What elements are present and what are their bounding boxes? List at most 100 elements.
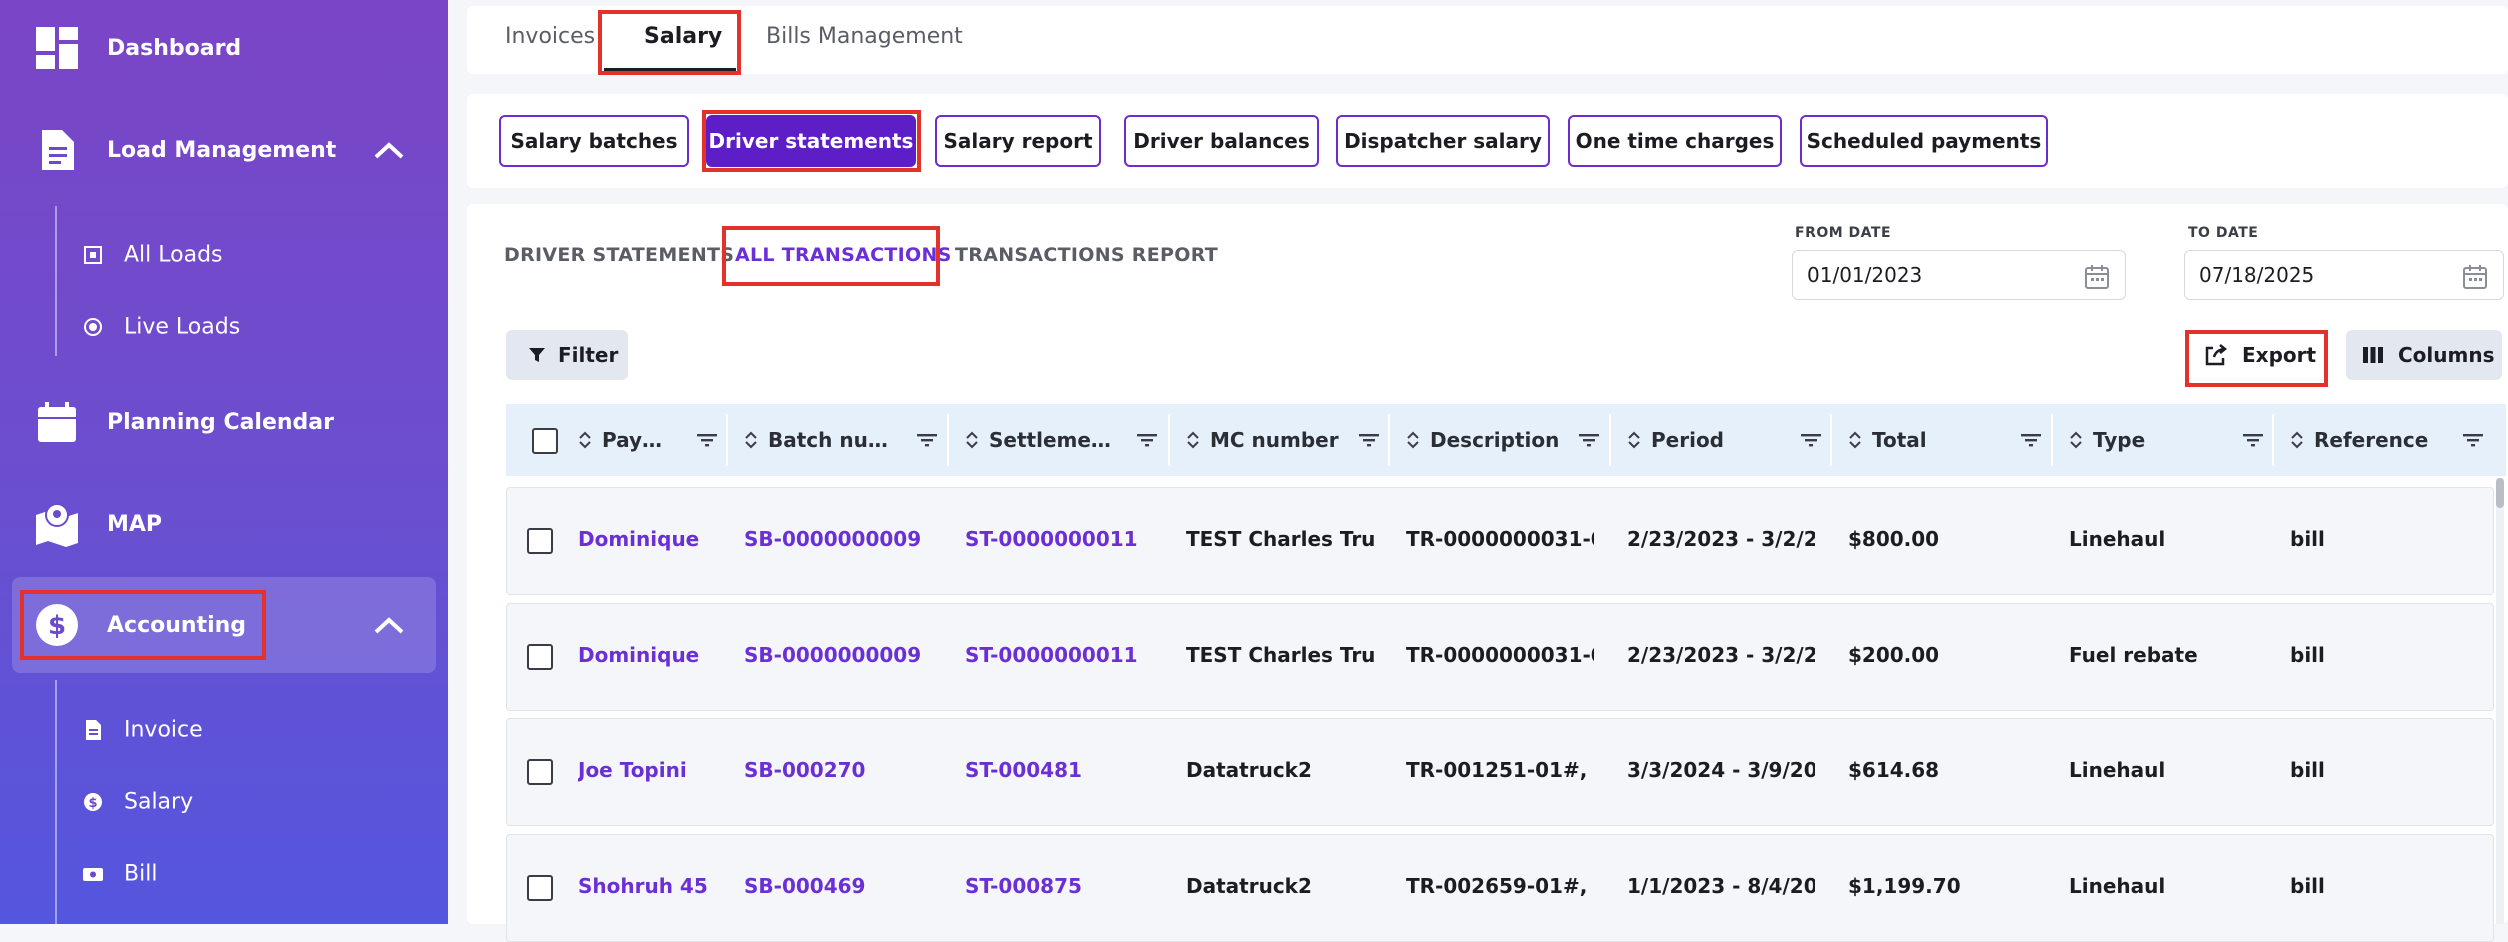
tab-invoices[interactable]: Invoices [505, 24, 595, 49]
filter-icon[interactable] [2242, 404, 2264, 476]
cell-type: Linehaul [2069, 527, 2166, 551]
sort-icon[interactable] [744, 430, 758, 450]
cell-settlement[interactable]: ST-0000000011 [965, 527, 1153, 551]
filter-icon[interactable] [1578, 404, 1600, 476]
cell-settlement[interactable]: ST-0000000011 [965, 643, 1153, 667]
row-checkbox[interactable] [527, 875, 553, 901]
column-header-batch-number[interactable]: Batch nu… [744, 404, 888, 476]
cell-batch-number[interactable]: SB-000469 [744, 874, 932, 898]
calendar-icon[interactable] [2461, 263, 2489, 291]
column-header-label: Pay… [602, 428, 663, 452]
cell-settlement[interactable]: ST-000875 [965, 874, 1153, 898]
sort-icon[interactable] [1406, 430, 1420, 450]
cell-payee[interactable]: Dominique Lu [578, 527, 708, 551]
sidebar-item-load-management[interactable]: Load Management [0, 102, 448, 198]
column-separator[interactable] [1388, 414, 1390, 466]
tab-bills-management[interactable]: Bills Management [766, 24, 963, 49]
filter-icon[interactable] [1358, 404, 1380, 476]
cell-description: TR-0000000031-01 [1406, 643, 1594, 667]
subtab-driver-balances[interactable]: Driver balances [1124, 115, 1319, 167]
sidebar-subitem-live-loads[interactable]: Live Loads [0, 299, 448, 355]
row-checkbox[interactable] [527, 644, 553, 670]
subtab-dispatcher-salary[interactable]: Dispatcher salary [1336, 115, 1550, 167]
cell-batch-number[interactable]: SB-000270 [744, 758, 932, 782]
calendar-icon [34, 399, 80, 445]
cell-type: Fuel rebate [2069, 643, 2198, 667]
scrollbar-thumb[interactable] [2496, 478, 2504, 508]
column-header-settlement[interactable]: Settleme… [965, 404, 1111, 476]
column-header-mc-number[interactable]: MC number [1186, 404, 1339, 476]
sidebar-item-label: Load Management [107, 137, 337, 163]
cell-batch-number[interactable]: SB-0000000009 [744, 527, 932, 551]
subtab-salary-report[interactable]: Salary report [935, 115, 1101, 167]
sidebar-subitem-label: Invoice [124, 717, 203, 743]
to-date-field[interactable]: 07/18/2025 [2184, 250, 2504, 300]
row-checkbox[interactable] [527, 528, 553, 554]
inner-tab-all-transactions[interactable]: ALL TRANSACTIONS [735, 244, 952, 266]
chevron-up-icon[interactable] [372, 615, 406, 635]
column-header-type[interactable]: Type [2069, 404, 2145, 476]
row-checkbox[interactable] [527, 759, 553, 785]
column-header-reference[interactable]: Reference [2290, 404, 2428, 476]
column-header-description[interactable]: Description [1406, 404, 1559, 476]
sidebar-item-planning-calendar[interactable]: Planning Calendar [0, 374, 448, 470]
inner-tab-driver-statements[interactable]: DRIVER STATEMENTS [504, 244, 734, 266]
subtab-scheduled-payments[interactable]: Scheduled payments [1800, 115, 2048, 167]
cell-payee[interactable]: Dominique Lu [578, 643, 708, 667]
filter-button[interactable]: Filter [506, 330, 628, 380]
column-separator[interactable] [2051, 414, 2053, 466]
cell-description: TR-0000000031-01 [1406, 527, 1594, 551]
cell-batch-number[interactable]: SB-0000000009 [744, 643, 932, 667]
column-separator[interactable] [947, 414, 949, 466]
from-date-field[interactable]: 01/01/2023 [1792, 250, 2126, 300]
export-button[interactable]: Export [2190, 330, 2324, 380]
column-separator[interactable] [2272, 414, 2274, 466]
cell-payee[interactable]: Shohruh 4554 [578, 874, 708, 898]
sidebar-item-label: Accounting [107, 612, 247, 638]
column-separator[interactable] [1609, 414, 1611, 466]
sort-icon[interactable] [965, 430, 979, 450]
export-icon [2204, 343, 2228, 367]
filter-icon[interactable] [1136, 404, 1158, 476]
cell-settlement[interactable]: ST-000481 [965, 758, 1153, 782]
columns-button[interactable]: Columns [2346, 330, 2502, 380]
sort-icon[interactable] [2290, 430, 2304, 450]
loads-icon [82, 244, 104, 266]
sidebar-subitem-invoice[interactable]: Invoice [0, 702, 448, 758]
sidebar-item-map[interactable]: MAP [0, 476, 448, 572]
sidebar-subitem-all-loads[interactable]: All Loads [0, 227, 448, 283]
sort-icon[interactable] [1848, 430, 1862, 450]
chevron-up-icon[interactable] [372, 140, 406, 160]
subtab-salary-batches[interactable]: Salary batches [499, 115, 689, 167]
column-header-payee[interactable]: Pay… [578, 404, 662, 476]
from-date-value: 01/01/2023 [1807, 263, 1923, 287]
inner-tab-transactions-report[interactable]: TRANSACTIONS REPORT [955, 244, 1218, 266]
filter-icon[interactable] [2020, 404, 2042, 476]
column-separator[interactable] [1830, 414, 1832, 466]
sidebar-item-accounting[interactable]: $ Accounting [12, 577, 436, 673]
sidebar-subitem-salary[interactable]: $ Salary [0, 774, 448, 830]
sidebar-subitem-bill[interactable]: Bill [0, 846, 448, 902]
sort-icon[interactable] [578, 430, 592, 450]
select-all-checkbox[interactable] [532, 428, 558, 454]
sort-icon[interactable] [1627, 430, 1641, 450]
column-separator[interactable] [726, 414, 728, 466]
subtab-one-time-charges[interactable]: One time charges [1568, 115, 1782, 167]
subtab-driver-statements[interactable]: Driver statements [706, 115, 916, 167]
sort-icon[interactable] [2069, 430, 2083, 450]
column-separator[interactable] [1168, 414, 1170, 466]
scrollbar-track[interactable] [2496, 478, 2504, 924]
filter-icon[interactable] [2462, 404, 2484, 476]
sidebar-item-dashboard[interactable]: Dashboard [0, 0, 448, 96]
filter-icon[interactable] [916, 404, 938, 476]
sort-icon[interactable] [1186, 430, 1200, 450]
tab-salary[interactable]: Salary [644, 24, 722, 49]
salary-icon: $ [82, 791, 104, 813]
filter-icon[interactable] [1800, 404, 1822, 476]
column-header-period[interactable]: Period [1627, 404, 1724, 476]
cell-payee[interactable]: Joe Topini [578, 758, 708, 782]
column-header-total[interactable]: Total [1848, 404, 1927, 476]
filter-icon[interactable] [696, 404, 718, 476]
columns-label: Columns [2398, 343, 2495, 367]
calendar-icon[interactable] [2083, 263, 2111, 291]
